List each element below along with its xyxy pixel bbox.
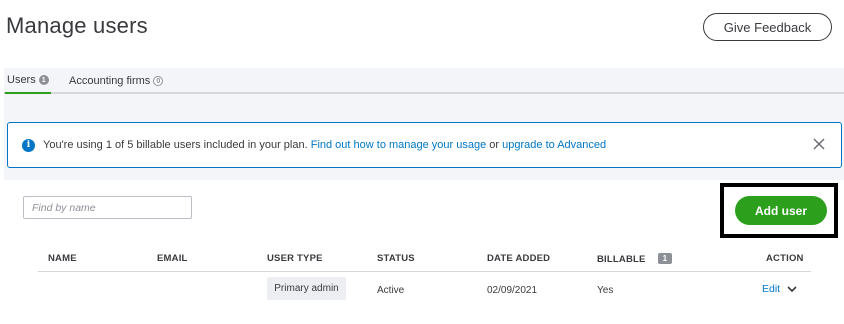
billable-count-badge: 1 xyxy=(657,253,673,264)
close-icon[interactable] xyxy=(811,136,827,152)
upgrade-link[interactable]: upgrade to Advanced xyxy=(502,139,606,151)
column-header-billable[interactable]: BILLABLE 1 xyxy=(597,253,673,265)
edit-link[interactable]: Edit xyxy=(762,283,780,295)
chevron-down-icon[interactable] xyxy=(786,283,798,295)
banner-connector: or xyxy=(489,139,500,151)
tab-accounting-firms-label: Accounting firms xyxy=(69,75,151,87)
cell-date-added: 02/09/2021 xyxy=(487,285,538,296)
users-count-badge: 1 xyxy=(38,75,49,85)
tab-accounting-firms[interactable]: Accounting firms 0 xyxy=(69,68,164,94)
column-header-name[interactable]: NAME xyxy=(48,253,77,264)
edit-action: Edit xyxy=(762,283,798,295)
page-title: Manage users xyxy=(6,13,148,38)
column-header-user-type[interactable]: USER TYPE xyxy=(267,253,323,264)
give-feedback-button[interactable]: Give Feedback xyxy=(703,13,832,41)
column-header-status[interactable]: STATUS xyxy=(377,253,415,264)
banner-message: You're using 1 of 5 billable users inclu… xyxy=(43,139,308,151)
user-type-chip: Primary admin xyxy=(267,277,346,300)
tab-users-label: Users xyxy=(7,74,36,86)
banner-text: You're using 1 of 5 billable users inclu… xyxy=(43,139,606,151)
table-header-divider xyxy=(38,271,811,272)
column-header-action: ACTION xyxy=(766,253,804,264)
info-banner: i You're using 1 of 5 billable users inc… xyxy=(7,122,842,168)
cell-billable: Yes xyxy=(597,285,614,296)
column-header-email[interactable]: EMAIL xyxy=(157,253,188,264)
add-user-button[interactable]: Add user xyxy=(735,196,827,225)
cell-status: Active xyxy=(377,285,405,296)
billable-header-label: BILLABLE xyxy=(597,254,646,265)
tab-users[interactable]: Users 1 xyxy=(5,68,51,95)
column-header-date-added[interactable]: DATE ADDED xyxy=(487,253,550,264)
accounting-firms-count-badge: 0 xyxy=(153,76,164,86)
manage-usage-link[interactable]: Find out how to manage your usage xyxy=(311,139,487,151)
search-input[interactable] xyxy=(23,196,192,219)
tabs-bar: Users 1 Accounting firms 0 xyxy=(4,68,844,95)
info-icon: i xyxy=(22,138,35,152)
